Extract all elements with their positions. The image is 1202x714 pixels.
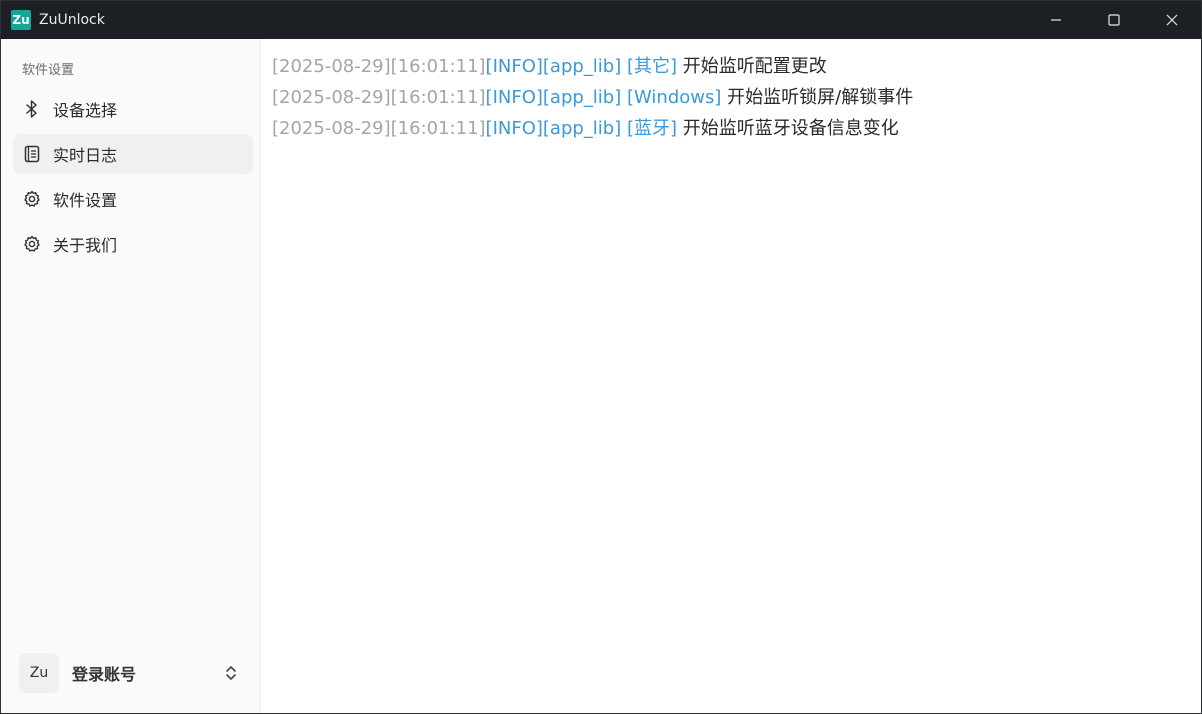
log-timestamp: [2025-08-29][16:01:11] bbox=[272, 118, 486, 139]
maximize-icon bbox=[1108, 14, 1120, 26]
log-level: [INFO][app_lib] bbox=[485, 118, 622, 139]
sidebar-item-label: 设备选择 bbox=[53, 101, 118, 120]
sidebar-item-label: 关于我们 bbox=[53, 236, 118, 255]
log-level: [INFO][app_lib] bbox=[485, 87, 622, 108]
login-account-label: 登录账号 bbox=[72, 665, 137, 684]
log-tag: [Windows] bbox=[626, 87, 722, 108]
log-line: [2025-08-29][16:01:11][INFO][app_lib] [蓝… bbox=[262, 113, 1201, 144]
log-book-icon bbox=[23, 145, 41, 163]
window-controls bbox=[1027, 1, 1201, 39]
minimize-icon bbox=[1051, 19, 1061, 21]
sidebar-item-label: 实时日志 bbox=[53, 146, 118, 165]
close-button[interactable] bbox=[1143, 1, 1201, 39]
log-timestamp: [2025-08-29][16:01:11] bbox=[272, 87, 486, 108]
log-tag: [蓝牙] bbox=[626, 118, 678, 139]
log-level: [INFO][app_lib] bbox=[485, 56, 622, 77]
log-timestamp: [2025-08-29][16:01:11] bbox=[272, 56, 486, 77]
gear-icon bbox=[23, 235, 41, 253]
log-line: [2025-08-29][16:01:11][INFO][app_lib] [W… bbox=[262, 82, 1201, 113]
title-bar[interactable]: Zu ZuUnlock bbox=[1, 1, 1201, 39]
log-message: 开始监听锁屏/解锁事件 bbox=[727, 87, 914, 108]
chevron-up-down-icon bbox=[226, 666, 236, 680]
close-icon bbox=[1166, 14, 1178, 26]
sidebar-item-software-settings[interactable]: 软件设置 bbox=[13, 179, 253, 219]
sidebar-heading: 软件设置 bbox=[22, 63, 75, 78]
avatar: Zu bbox=[19, 653, 59, 693]
app-logo-icon: Zu bbox=[11, 10, 31, 30]
sidebar-item-device-select[interactable]: 设备选择 bbox=[13, 89, 253, 129]
bluetooth-icon bbox=[23, 100, 41, 118]
window-title: ZuUnlock bbox=[39, 12, 105, 28]
log-panel[interactable]: [2025-08-29][16:01:11][INFO][app_lib] [其… bbox=[262, 39, 1201, 713]
account-switcher[interactable]: Zu 登录账号 bbox=[13, 651, 253, 695]
gear-icon bbox=[23, 190, 41, 208]
sidebar: 软件设置 设备选择 实时日志 软件设置 关于我们 Zu 登录账号 bbox=[1, 39, 261, 713]
log-message: 开始监听蓝牙设备信息变化 bbox=[682, 118, 899, 139]
maximize-button[interactable] bbox=[1085, 1, 1143, 39]
sidebar-item-label: 软件设置 bbox=[53, 191, 118, 210]
app-window: Zu ZuUnlock 软件设置 设备选择 实时日志 软件设置 关于我们 Zu … bbox=[0, 0, 1202, 714]
log-line: [2025-08-29][16:01:11][INFO][app_lib] [其… bbox=[262, 51, 1201, 82]
log-message: 开始监听配置更改 bbox=[682, 56, 827, 77]
sidebar-item-about-us[interactable]: 关于我们 bbox=[13, 224, 253, 264]
minimize-button[interactable] bbox=[1027, 1, 1085, 39]
sidebar-item-realtime-log[interactable]: 实时日志 bbox=[13, 134, 253, 174]
log-tag: [其它] bbox=[626, 56, 678, 77]
